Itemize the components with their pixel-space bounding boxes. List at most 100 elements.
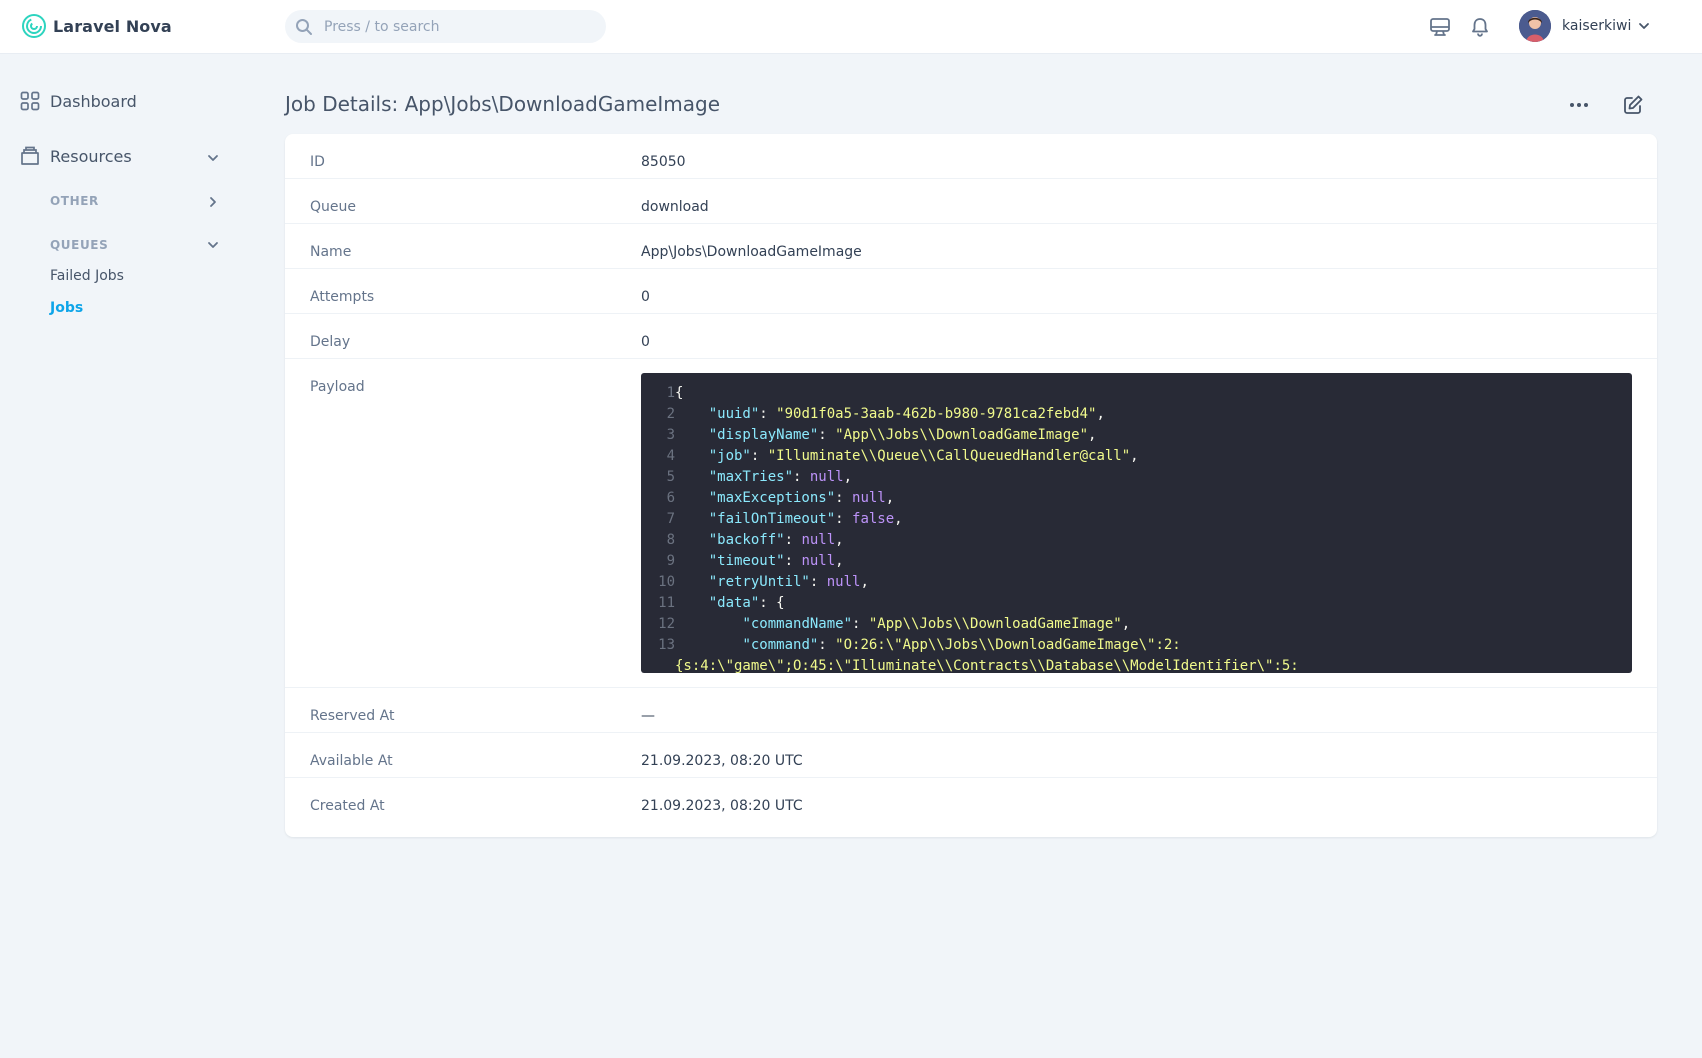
user-menu[interactable]: kaiserkiwi [1519, 10, 1651, 42]
search-input[interactable] [324, 18, 584, 35]
desktop-icon[interactable] [1427, 14, 1453, 40]
payload-code-block[interactable]: 1{2 "uuid": "90d1f0a5-3aab-462b-b980-978… [641, 373, 1632, 673]
code-line: 8 "backoff": null, [641, 530, 1632, 551]
code-token: : [784, 553, 802, 569]
code-token: : [835, 511, 853, 527]
nova-logo-icon [22, 14, 46, 38]
more-actions-button[interactable] [1562, 90, 1596, 120]
field-row-id: ID 85050 [285, 134, 1657, 179]
code-token: , [1130, 448, 1139, 464]
line-number: 8 [666, 532, 675, 548]
code-token: "90d1f0a5-3aab-462b-b980-9781ca2febd4" [776, 406, 1097, 422]
code-token: "timeout" [708, 553, 785, 569]
app-name: Laravel Nova [53, 16, 172, 36]
code-text: "command": "O:26:\"App\\Jobs\\DownloadGa… [675, 635, 1180, 656]
code-token: : [835, 490, 853, 506]
code-token: : [759, 406, 777, 422]
field-label: Reserved At [310, 708, 395, 724]
line-number [641, 656, 675, 673]
code-line: 6 "maxExceptions": null, [641, 488, 1632, 509]
avatar [1519, 10, 1551, 42]
sidebar-section-other[interactable]: OTHER [50, 194, 99, 208]
code-token: {s:4:\"game\";O:45:\"Illuminate\\Contrac… [675, 658, 1299, 673]
code-text: "displayName": "App\\Jobs\\DownloadGameI… [675, 425, 1097, 446]
sidebar-section-label: QUEUES [50, 238, 109, 252]
sidebar-item-jobs[interactable]: Jobs [50, 300, 83, 316]
code-token: "retryUntil" [708, 574, 810, 590]
code-line: 7 "failOnTimeout": false, [641, 509, 1632, 530]
field-row-payload: Payload 1{2 "uuid": "90d1f0a5-3aab-462b-… [285, 359, 1657, 688]
field-label: Payload [310, 379, 365, 395]
field-value: 0 [641, 289, 650, 305]
line-number: 4 [666, 448, 675, 464]
user-name: kaiserkiwi [1562, 18, 1632, 34]
code-token: : [750, 448, 768, 464]
chevron-down-icon[interactable] [205, 150, 221, 166]
code-line: 13 "command": "O:26:\"App\\Jobs\\Downloa… [641, 635, 1632, 656]
sidebar-item-label: Jobs [50, 300, 84, 316]
field-row-reserved-at: Reserved At — [285, 688, 1657, 733]
code-token: { [675, 385, 684, 401]
code-text: "maxTries": null, [675, 467, 852, 488]
code-token: null [809, 469, 844, 485]
more-horizontal-icon [1570, 103, 1588, 107]
edit-icon [1624, 95, 1643, 114]
code-token: "job" [708, 448, 751, 464]
code-token: : [852, 616, 869, 632]
app-logo[interactable]: Laravel Nova [21, 13, 172, 39]
code-text: { [675, 383, 683, 404]
notifications-bell-icon[interactable] [1467, 14, 1493, 40]
code-token: "commandName" [742, 616, 853, 632]
sidebar-item-dashboard[interactable]: Dashboard [20, 91, 137, 111]
global-search[interactable] [285, 10, 606, 43]
sidebar-item-resources[interactable]: Resources [19, 145, 132, 167]
chevron-down-icon[interactable] [205, 237, 221, 253]
code-token: null [801, 553, 836, 569]
code-line: 4 "job": "Illuminate\\Queue\\CallQueuedH… [641, 446, 1632, 467]
sidebar-section-queues[interactable]: QUEUES [50, 238, 108, 252]
search-icon [296, 18, 312, 35]
chevron-right-icon[interactable] [205, 194, 221, 210]
code-token: "maxTries" [708, 469, 794, 485]
field-label: ID [310, 154, 325, 170]
field-row-available-at: Available At 21.09.2023, 08:20 UTC [285, 733, 1657, 778]
code-text: {s:4:\"game\";O:45:\"Illuminate\\Contrac… [675, 656, 1299, 673]
code-line: 9 "timeout": null, [641, 551, 1632, 572]
field-label: Delay [310, 334, 351, 350]
code-token: "data" [708, 595, 760, 611]
job-detail-card: ID 85050 Queue download Name App\Jobs\Do… [285, 134, 1657, 837]
field-label: Queue [310, 199, 356, 215]
code-text: "uuid": "90d1f0a5-3aab-462b-b980-9781ca2… [675, 404, 1105, 425]
field-row-queue: Queue download [285, 179, 1657, 224]
chevron-down-icon [1639, 23, 1650, 29]
code-token: "Illuminate\\Queue\\CallQueuedHandler@ca… [767, 448, 1131, 464]
code-token: "failOnTimeout" [708, 511, 836, 527]
code-token: : [818, 637, 836, 653]
code-token: "backoff" [708, 532, 785, 548]
code-token: , [843, 469, 853, 485]
code-line: 3 "displayName": "App\\Jobs\\DownloadGam… [641, 425, 1632, 446]
code-token: "uuid" [708, 406, 760, 422]
code-token: , [1121, 616, 1131, 632]
edit-button[interactable] [1616, 90, 1650, 120]
code-line: 11 "data": { [641, 593, 1632, 614]
field-value: 21.09.2023, 08:20 UTC [641, 753, 803, 769]
code-token: "App\\Jobs\\DownloadGameImage" [835, 427, 1089, 443]
sidebar-item-failed-jobs[interactable]: Failed Jobs [50, 268, 124, 284]
code-line: 12 "commandName": "App\\Jobs\\DownloadGa… [641, 614, 1632, 635]
field-row-delay: Delay 0 [285, 314, 1657, 359]
code-text: "timeout": null, [675, 551, 844, 572]
code-text: "retryUntil": null, [675, 572, 869, 593]
code-token: null [826, 574, 861, 590]
line-number: 2 [666, 406, 675, 422]
code-text: "data": { [675, 593, 785, 614]
top-header: Laravel Nova Press / to search kaiserkiw… [0, 0, 1702, 54]
code-token: "App\\Jobs\\DownloadGameImage" [868, 616, 1122, 632]
